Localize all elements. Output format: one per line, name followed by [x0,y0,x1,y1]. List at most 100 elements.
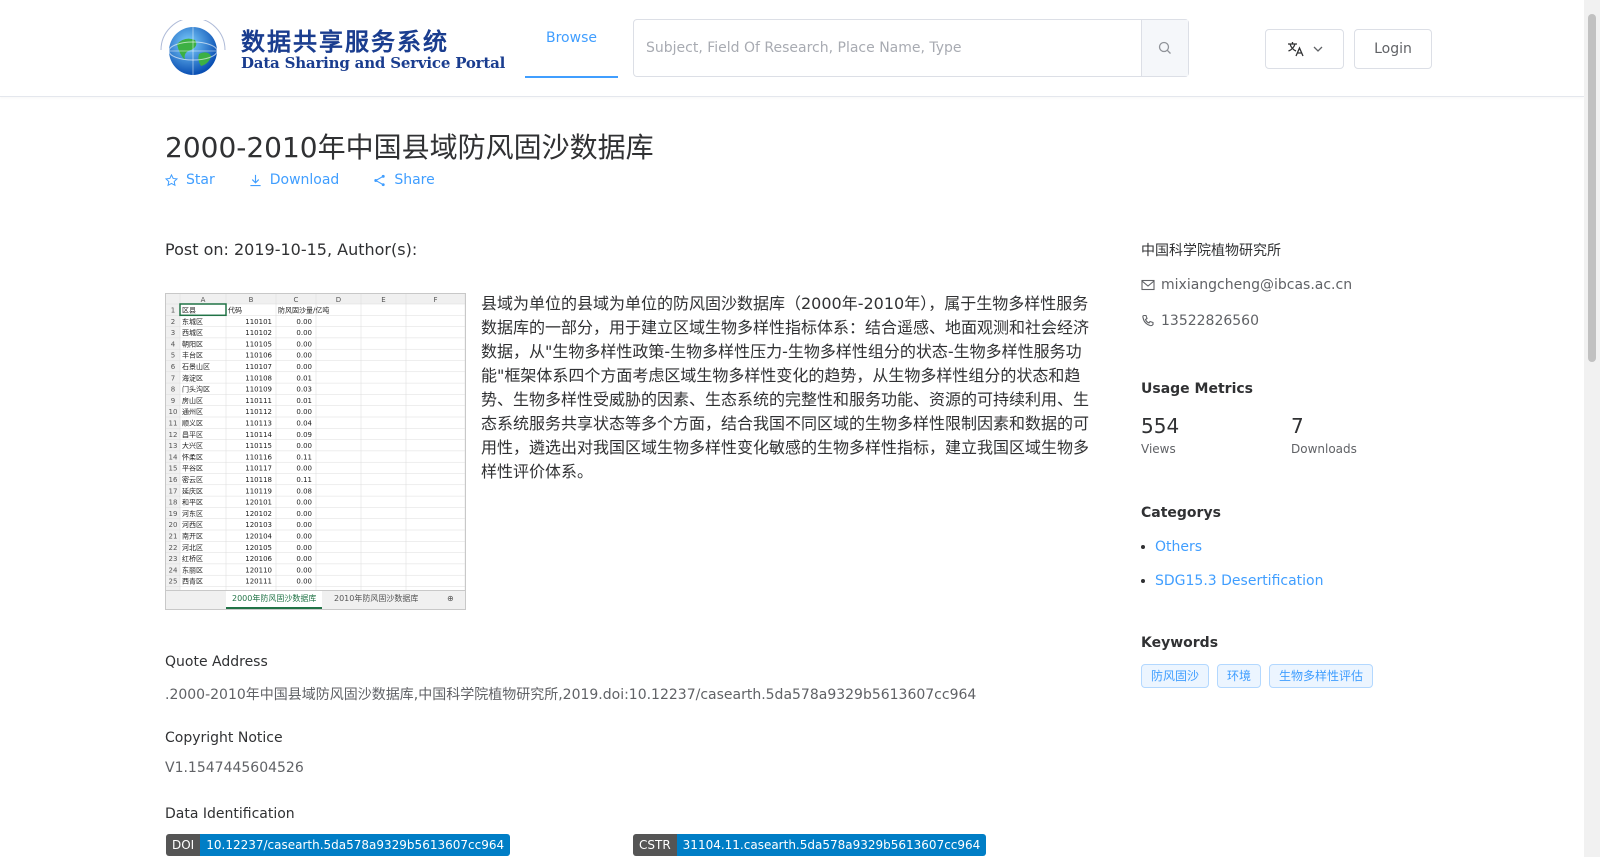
cell-code: 120105 [245,544,272,552]
keyword-tag[interactable]: 生物多样性评估 [1269,664,1374,688]
language-dropdown[interactable] [1265,29,1344,69]
category-item-sdg[interactable]: SDG15.3 Desertification [1141,564,1324,598]
keyword-tag[interactable]: 环境 [1217,664,1262,688]
row-number: 23 [169,555,178,563]
copyright-label: Copyright Notice [165,730,283,746]
cell-value: 0.00 [296,329,312,337]
share-label: Share [394,172,435,188]
category-label: SDG15.3 Desertification [1155,573,1324,589]
login-button[interactable]: Login [1354,29,1432,69]
globe-logo-icon [160,17,226,75]
cstr-badge[interactable]: CSTR 31104.11.casearth.5da578a9329b56136… [633,834,987,856]
email-text: mixiangcheng@ibcas.ac.cn [1161,277,1353,293]
row-number: 17 [169,487,178,495]
star-button[interactable]: Star [165,172,215,188]
row-number: 24 [169,566,178,574]
cell-county: 顺义区 [182,420,203,428]
phone-text: 13522826560 [1161,313,1259,329]
row-number: 21 [169,533,178,541]
cstr-key: CSTR [633,834,677,856]
cell-code: 110114 [245,431,272,439]
row-number: 11 [169,420,178,428]
category-item-others[interactable]: Others [1141,530,1324,564]
column-header: F [433,296,437,304]
row-number: 25 [169,578,178,586]
row-number: 13 [169,442,178,450]
star-icon [165,173,178,186]
cell-code: 120111 [245,578,272,586]
keyword-tag[interactable]: 防风固沙 [1141,664,1210,688]
search-button[interactable] [1141,20,1188,76]
cell-code: 120102 [245,510,272,518]
cell-county: 房山区 [182,396,203,405]
downloads-metric: 7 Downloads [1291,414,1357,456]
cell-county: 大兴区 [182,441,203,450]
column-header: D [336,296,341,304]
phone-icon [1142,314,1154,327]
share-button[interactable]: Share [373,172,435,188]
doi-badge[interactable]: DOI 10.12237/casearth.5da578a9329b561360… [166,834,511,856]
top-header: 数据共享服务系统 Data Sharing and Service Portal… [0,0,1584,97]
cstr-value: 31104.11.casearth.5da578a9329b5613607cc9… [676,834,987,856]
download-icon [250,174,261,186]
doi-key: DOI [166,834,201,856]
portal-logo[interactable]: 数据共享服务系统 Data Sharing and Service Portal [153,17,505,78]
cell-county: 平谷区 [182,464,203,473]
cell-county: 和平区 [182,498,203,507]
contact-email[interactable]: mixiangcheng@ibcas.ac.cn [1141,277,1441,293]
cell-value: 0.00 [296,555,312,563]
cell-county: 密云区 [182,475,203,484]
sheet-tab-2000: 2000年防风固沙数据库 [226,591,323,609]
cell-value: 0.00 [296,352,312,360]
cell-value: 0.00 [296,442,312,450]
row-number: 12 [169,431,178,439]
views-count: 554 [1141,414,1180,438]
row-number: 4 [171,340,176,348]
cell-value: 0.00 [296,318,312,326]
cell-code: 110101 [245,318,272,326]
row-number: 9 [171,397,175,405]
cell-county: 西青区 [182,577,203,586]
column-header-bar [166,294,465,304]
cell-code: 120106 [245,555,272,563]
row-number: 3 [171,329,175,337]
downloads-count: 7 [1291,414,1304,438]
page-scrollbar[interactable] [1584,0,1600,857]
usage-metrics-title: Usage Metrics [1141,381,1253,397]
cell-county: 海淀区 [182,373,203,382]
dataset-preview-image[interactable]: A B C D E F 1 区县 代码 防风固沙量/亿吨 2 东城区 110101 0.00 3 西城区 110… [165,293,466,610]
dataset-sidebar: 中国科学院植物研究所 mixiangcheng@ibcas.ac.cn 1352… [1141,240,1441,688]
row-number: 10 [169,408,178,416]
cell-value: 0.00 [296,544,312,552]
row-number: 14 [169,453,178,461]
cell-code: 110119 [245,487,272,495]
cell-county: 东丽区 [182,565,203,574]
cell-county: 红桥区 [182,554,203,563]
dataset-description: 县域为单位的县域为单位的防风固沙数据库（2000年-2010年），属于生物多样性… [481,294,1090,481]
row-number: 22 [169,544,178,552]
logo-title-en: Data Sharing and Service Portal [241,54,506,72]
cell-value: 0.03 [296,386,312,394]
cell-value: 0.09 [296,431,312,439]
post-info: Post on: 2019-10-15, Author(s): [165,240,418,259]
scrollbar-thumb[interactable] [1588,14,1596,362]
cell-value: 0.00 [296,521,312,529]
star-label: Star [186,172,215,188]
mail-icon [1141,279,1155,291]
data-identification-label: Data Identification [165,806,295,822]
cell-value: 防风固沙量/亿吨 [278,306,329,315]
download-button[interactable]: Download [249,172,339,188]
contact-phone: 13522826560 [1141,313,1441,329]
column-header: C [294,296,299,304]
keywords-title: Keywords [1141,635,1219,651]
spreadsheet-preview: A B C D E F1 区县 代码 防风固沙量/亿吨2 东城区 110101 0.003 西城区 110… [166,294,465,591]
cell-code: 110107 [245,363,272,371]
quote-address-label: Quote Address [165,654,268,670]
cell-value: 0.11 [296,476,312,484]
row-number: 19 [169,510,178,518]
categories-title: Categorys [1141,505,1221,521]
cell-code: 110105 [245,340,272,348]
cell-code: 120101 [245,499,272,507]
search-input[interactable] [634,20,1141,76]
nav-browse-tab[interactable]: Browse [525,0,618,78]
